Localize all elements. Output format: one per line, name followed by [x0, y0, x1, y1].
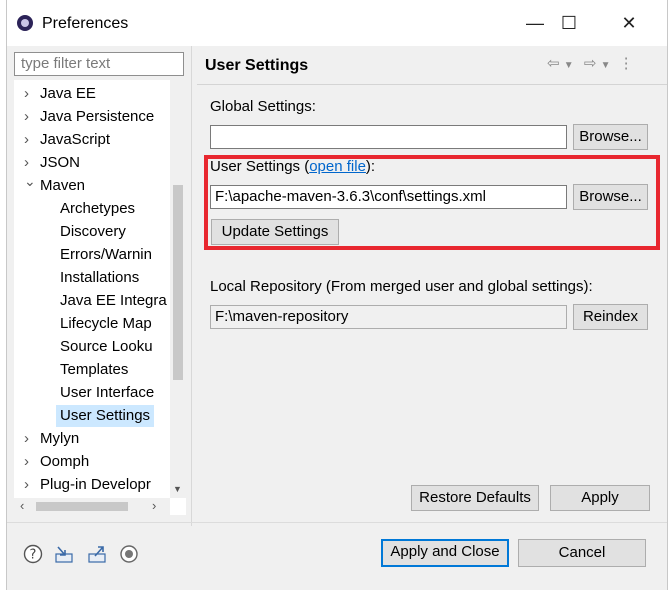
tree-item-label: Mylyn — [40, 430, 80, 447]
tree-item-label: Lifecycle Map — [60, 315, 152, 332]
tree-item-label: Java EE Integra — [60, 292, 167, 309]
filter-input[interactable]: type filter text — [14, 52, 184, 76]
scroll-left-icon[interactable]: ‹ — [20, 498, 24, 513]
chevron-right-icon[interactable]: › — [24, 152, 29, 174]
chevron-right-icon[interactable]: › — [24, 474, 29, 496]
tree-item[interactable]: › Java EE — [14, 83, 196, 105]
tree-item-label: Java Persistence — [40, 108, 155, 125]
back-menu-chevron-icon[interactable]: ▼ — [564, 60, 574, 71]
tree-item-label: Source Looku — [60, 338, 153, 355]
tree-item[interactable]: › JavaScript — [14, 129, 196, 151]
tree-item-label: Oomph — [40, 453, 90, 470]
chevron-right-icon[interactable]: › — [24, 106, 29, 128]
eclipse-icon — [17, 15, 33, 31]
scroll-right-icon[interactable]: › — [152, 498, 156, 513]
tree-item-label: Plug-in Developr — [40, 476, 151, 493]
preferences-sidebar: type filter text › Java EE › Java Persisten… — [13, 50, 187, 520]
apply-button[interactable]: Apply — [550, 485, 650, 511]
tree-item[interactable]: › JSON — [14, 152, 196, 174]
chevron-right-icon[interactable]: › — [24, 428, 29, 450]
back-arrow-icon[interactable]: ⇦ — [547, 55, 560, 72]
chevron-right-icon[interactable]: › — [24, 129, 29, 151]
chevron-right-icon[interactable]: › — [24, 83, 29, 105]
local-repository-label: Local Repository (From merged user and g… — [210, 278, 593, 295]
tree-item-label: Maven — [40, 177, 86, 194]
preferences-tree: › Java EE › Java Persistence › JavaScript › JSO… — [14, 80, 186, 515]
tree-item-label: Java EE — [40, 85, 96, 102]
tree-item[interactable]: › Mylyn — [14, 428, 196, 450]
red-highlight-box — [204, 155, 660, 250]
title-separator — [197, 84, 667, 85]
tree-item[interactable]: User Settings — [56, 405, 155, 427]
svg-text:?: ? — [30, 548, 37, 563]
tree-item-label: Archetypes — [60, 200, 136, 217]
tree-item[interactable]: › Plug-in Developr — [14, 474, 196, 496]
tree-item-label: JavaScript — [40, 131, 111, 148]
tree-item[interactable]: › Java Persistence — [14, 106, 196, 128]
tree-item[interactable]: ⌄ Maven — [14, 175, 196, 197]
title-bar: Preferences — ☐ ✕ — [7, 0, 667, 46]
global-browse-button[interactable]: Browse... — [573, 124, 648, 150]
global-settings-label: Global Settings: — [210, 98, 316, 115]
maximize-button[interactable]: ☐ — [547, 8, 591, 38]
page-title: User Settings — [205, 57, 309, 74]
vertical-scroll-thumb[interactable] — [173, 185, 183, 380]
tree-item-label: Errors/Warnin — [60, 246, 152, 263]
cancel-button[interactable]: Cancel — [518, 539, 646, 567]
reindex-button[interactable]: Reindex — [573, 304, 648, 330]
global-settings-field[interactable] — [210, 125, 567, 149]
tree-item[interactable]: › Oomph — [14, 451, 196, 473]
close-button[interactable]: ✕ — [607, 8, 651, 38]
tree-item-label: JSON — [40, 154, 81, 171]
export-icon[interactable] — [87, 544, 107, 564]
tree-vertical-scrollbar[interactable]: ▼ — [170, 80, 186, 498]
import-icon[interactable] — [54, 544, 74, 564]
chevron-right-icon[interactable]: › — [24, 451, 29, 473]
local-repository-field: F:\maven-repository — [210, 305, 567, 329]
sash[interactable] — [191, 46, 192, 526]
tree-item-label: Discovery — [60, 223, 126, 240]
record-icon[interactable] — [119, 544, 139, 564]
tree-item-label: Installations — [60, 269, 140, 286]
tree-item-label: Templates — [60, 361, 129, 378]
window-title: Preferences — [42, 15, 129, 32]
chevron-down-icon[interactable]: ⌄ — [24, 175, 36, 192]
footer-separator — [7, 522, 667, 523]
view-menu-icon[interactable]: ⋮ — [619, 55, 634, 72]
page-nav-toolbar: ⇦ ▼ ⇨ ▼ ⋮ — [547, 54, 634, 72]
apply-and-close-button[interactable]: Apply and Close — [381, 539, 509, 567]
horizontal-scroll-thumb[interactable] — [36, 502, 128, 511]
tree-item-label: User Interface — [60, 384, 155, 401]
tree-horizontal-scrollbar[interactable]: ‹ › — [14, 498, 170, 515]
forward-arrow-icon[interactable]: ⇨ — [584, 55, 597, 72]
restore-defaults-button[interactable]: Restore Defaults — [411, 485, 539, 511]
forward-menu-chevron-icon[interactable]: ▼ — [601, 60, 611, 71]
tree-item-label: User Settings — [60, 407, 151, 424]
help-icon[interactable]: ? — [23, 544, 43, 564]
scroll-down-icon[interactable]: ▼ — [173, 484, 182, 494]
preferences-dialog: Preferences — ☐ ✕ type filter text › Java… — [6, 0, 668, 590]
